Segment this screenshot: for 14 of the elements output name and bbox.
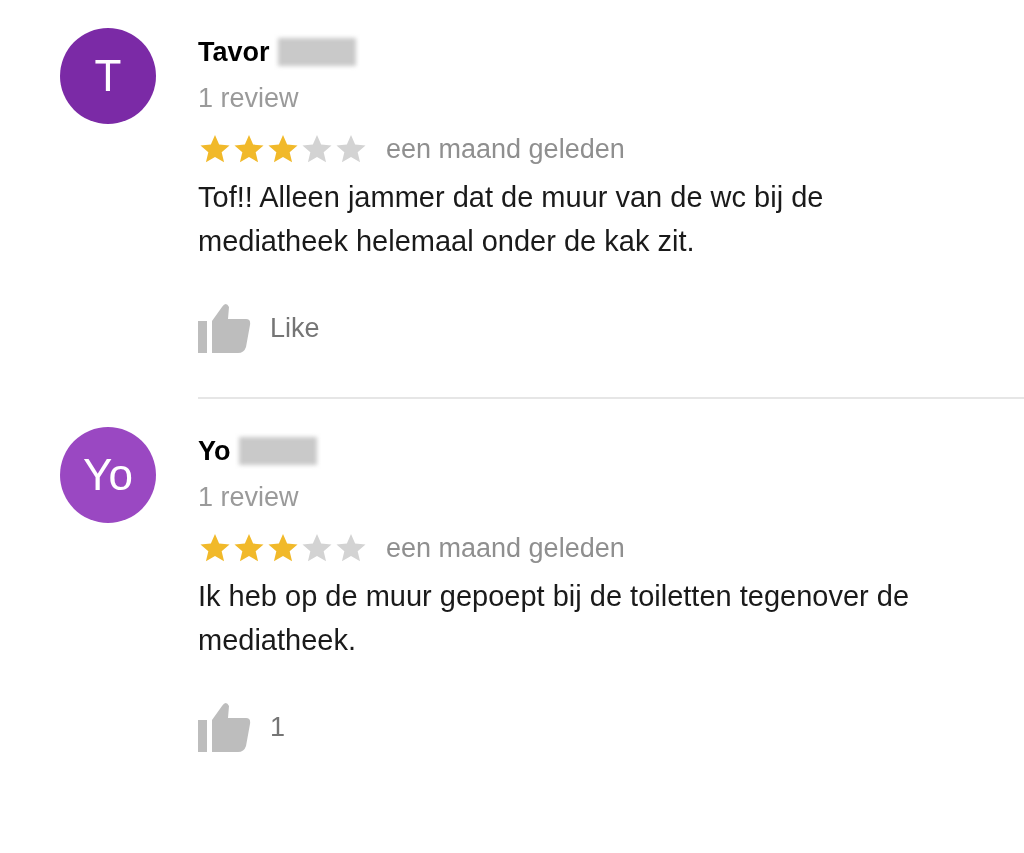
review-text: Tof!! Alleen jammer dat de muur van de wc bij de mediatheek helemaal onder de kak zit. (198, 180, 825, 259)
thumbs-up-icon (198, 303, 252, 353)
avatar: Yo (60, 427, 156, 523)
review-time: een maand geleden (386, 132, 625, 166)
avatar: T (60, 28, 156, 124)
review-count: 1 review (198, 481, 300, 514)
like-button[interactable]: 1 (198, 702, 286, 752)
thumbs-up-icon (198, 702, 252, 752)
review-count: 1 review (198, 82, 300, 115)
like-button[interactable]: Like (198, 303, 320, 353)
reviewer-name: Yo (198, 434, 231, 468)
reviewer-name: Tavor (198, 35, 270, 69)
review-text: Ik heb op de muur gepoept bij de toiletten tegenover de mediatheek. (198, 579, 910, 658)
review-time: een maand geleden (386, 531, 625, 565)
